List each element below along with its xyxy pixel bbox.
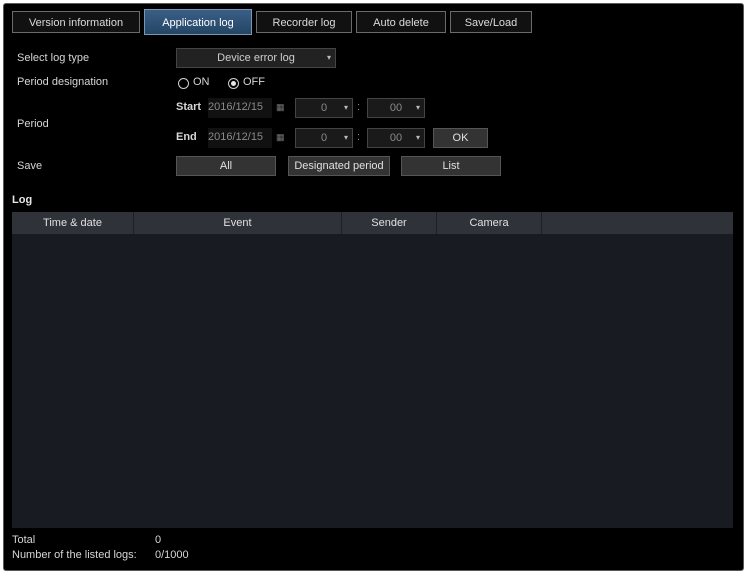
chevron-down-icon: ▾ xyxy=(415,103,420,112)
end-label: End xyxy=(176,131,197,143)
end-date-input[interactable]: 2016/12/15 xyxy=(208,128,272,148)
calendar-icon[interactable]: ▦ xyxy=(276,132,285,143)
save-list-button[interactable]: List xyxy=(401,156,501,176)
ok-button[interactable]: OK xyxy=(433,128,488,148)
save-designated-period-button[interactable]: Designated period xyxy=(288,156,390,176)
radio-off-label: OFF xyxy=(243,76,265,88)
end-minute-select[interactable]: 00 ▾ xyxy=(367,128,425,148)
column-camera[interactable]: Camera xyxy=(437,212,542,234)
log-table-header: Time & date Event Sender Camera xyxy=(12,212,733,234)
chevron-down-icon: ▾ xyxy=(326,53,331,62)
tab-save-load[interactable]: Save/Load xyxy=(450,11,532,33)
log-type-select[interactable]: Device error log ▾ xyxy=(176,48,336,68)
radio-off[interactable] xyxy=(228,78,239,89)
radio-on-label: ON xyxy=(193,76,210,88)
period-designation-label: Period designation xyxy=(17,76,109,88)
end-colon: : xyxy=(357,131,361,143)
chevron-down-icon: ▾ xyxy=(343,133,348,142)
period-label: Period xyxy=(17,118,49,130)
save-label: Save xyxy=(17,160,43,172)
listed-logs-value: 0/1000 xyxy=(155,549,189,561)
end-hour-value: 0 xyxy=(320,132,328,144)
start-label: Start xyxy=(176,101,202,113)
log-table[interactable]: Time & date Event Sender Camera xyxy=(12,212,733,528)
total-value: 0 xyxy=(155,534,162,546)
column-time-date[interactable]: Time & date xyxy=(12,212,134,234)
save-all-button[interactable]: All xyxy=(176,156,276,176)
tab-application-log[interactable]: Application log xyxy=(144,9,252,35)
column-event[interactable]: Event xyxy=(134,212,342,234)
start-hour-select[interactable]: 0 ▾ xyxy=(295,98,353,118)
tab-recorder-log[interactable]: Recorder log xyxy=(256,11,352,33)
column-sender[interactable]: Sender xyxy=(342,212,437,234)
start-minute-select[interactable]: 00 ▾ xyxy=(367,98,425,118)
start-hour-value: 0 xyxy=(320,102,328,114)
calendar-icon[interactable]: ▦ xyxy=(276,102,285,113)
chevron-down-icon: ▾ xyxy=(343,103,348,112)
tab-auto-delete[interactable]: Auto delete xyxy=(356,11,446,33)
start-minute-value: 00 xyxy=(389,102,403,114)
radio-on[interactable] xyxy=(178,78,189,89)
start-colon: : xyxy=(357,101,361,113)
tab-version-information[interactable]: Version information xyxy=(12,11,140,33)
end-hour-select[interactable]: 0 ▾ xyxy=(295,128,353,148)
application-log-window: Version information Application log Reco… xyxy=(3,3,744,571)
select-log-type-label: Select log type xyxy=(17,52,90,64)
start-date-input[interactable]: 2016/12/15 xyxy=(208,98,272,118)
chevron-down-icon: ▾ xyxy=(415,133,420,142)
listed-logs-label: Number of the listed logs: xyxy=(12,549,137,561)
total-label: Total xyxy=(12,534,36,546)
log-section-title: Log xyxy=(12,194,33,206)
end-minute-value: 00 xyxy=(389,132,403,144)
log-type-value: Device error log xyxy=(217,52,295,64)
